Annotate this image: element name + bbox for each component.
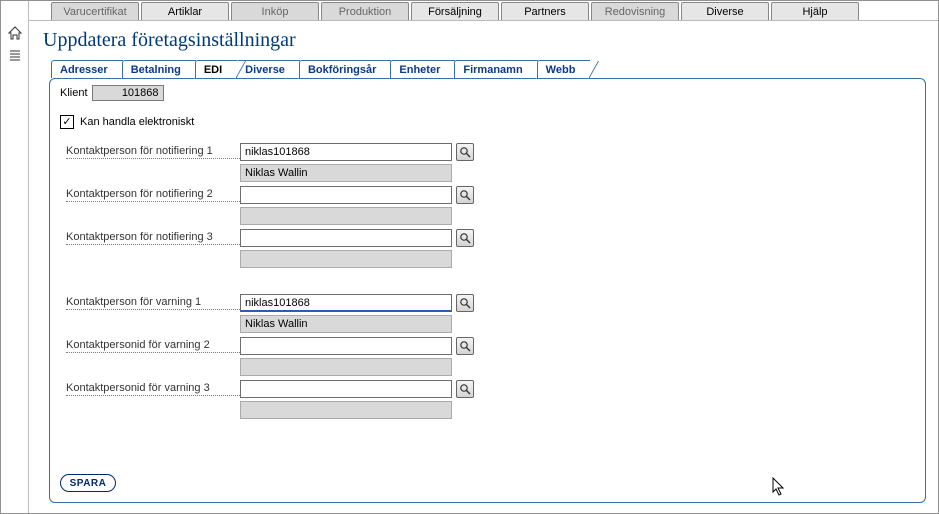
field-label: Kontaktpersonid för varning 2 — [66, 339, 240, 353]
contact-readout: Niklas Wallin — [240, 164, 452, 182]
field-row: Kontaktpersonid för varning 2 — [66, 337, 915, 376]
contact-readout — [240, 401, 452, 419]
home-icon[interactable] — [7, 25, 23, 41]
contact-readout — [240, 250, 452, 268]
subtab-diverse[interactable]: Diverse — [236, 60, 300, 78]
klient-label: Klient — [60, 87, 88, 99]
topmenu-artiklar[interactable]: Artiklar — [141, 2, 229, 20]
contact-input[interactable] — [240, 337, 452, 355]
field-row: Kontaktperson för notifiering 2 — [66, 186, 915, 225]
subtab-enheter[interactable]: Enheter — [390, 60, 455, 78]
field-label: Kontaktperson för notifiering 3 — [66, 231, 240, 245]
topmenu-varucertifikat[interactable]: Varucertifikat — [51, 2, 139, 20]
subtab-adresser[interactable]: Adresser — [51, 60, 123, 78]
subtab-bokföringsår[interactable]: Bokföringsår — [299, 60, 391, 78]
subtab-webb[interactable]: Webb — [537, 60, 591, 78]
field-row: Kontaktpersonid för varning 3 — [66, 380, 915, 419]
cursor-icon — [772, 477, 786, 500]
subtabs: AdresserBetalningEDIDiverseBokföringsårE… — [29, 58, 938, 78]
field-row: Kontaktperson för notifiering 1Niklas Wa… — [66, 143, 915, 182]
subtab-firmanamn[interactable]: Firmanamn — [454, 60, 537, 78]
topmenu-produktion[interactable]: Produktion — [321, 2, 409, 20]
field-label: Kontaktperson för notifiering 2 — [66, 188, 240, 202]
lookup-button[interactable] — [456, 229, 474, 247]
field-row: Kontaktperson för notifiering 3 — [66, 229, 915, 268]
list-icon[interactable] — [7, 47, 23, 63]
lookup-button[interactable] — [456, 294, 474, 312]
save-button[interactable]: SPARA — [60, 474, 116, 492]
subtab-betalning[interactable]: Betalning — [122, 60, 196, 78]
lookup-button[interactable] — [456, 380, 474, 398]
field-row: Kontaktperson för varning 1Niklas Wallin — [66, 294, 915, 333]
topmenu-diverse[interactable]: Diverse — [681, 2, 769, 20]
field-label: Kontaktpersonid för varning 3 — [66, 382, 240, 396]
klient-value: 101868 — [92, 85, 164, 101]
field-label: Kontaktperson för notifiering 1 — [66, 145, 240, 159]
contact-readout — [240, 207, 452, 225]
electronic-checkbox-label: Kan handla elektroniskt — [80, 116, 194, 128]
form-panel: Klient 101868 ✓ Kan handla elektroniskt … — [49, 78, 926, 503]
contact-readout — [240, 358, 452, 376]
contact-input[interactable] — [240, 294, 452, 312]
topmenu-inköp[interactable]: Inköp — [231, 2, 319, 20]
topmenu-försäljning[interactable]: Försäljning — [411, 2, 499, 20]
lookup-button[interactable] — [456, 337, 474, 355]
contact-input[interactable] — [240, 186, 452, 204]
field-label: Kontaktperson för varning 1 — [66, 296, 240, 310]
contact-input[interactable] — [240, 143, 452, 161]
lookup-button[interactable] — [456, 186, 474, 204]
contact-input[interactable] — [240, 229, 452, 247]
subtab-edi[interactable]: EDI — [195, 60, 237, 78]
topmenu-hjälp[interactable]: Hjälp — [771, 2, 859, 20]
contact-readout: Niklas Wallin — [240, 315, 452, 333]
topmenu-partners[interactable]: Partners — [501, 2, 589, 20]
topmenu-redovisning[interactable]: Redovisning — [591, 2, 679, 20]
electronic-checkbox[interactable]: ✓ — [60, 115, 74, 129]
lookup-button[interactable] — [456, 143, 474, 161]
top-menu: VarucertifikatArtiklarInköpProduktionFör… — [29, 1, 938, 21]
page-title: Uppdatera företagsinställningar — [29, 21, 938, 58]
contact-input[interactable] — [240, 380, 452, 398]
